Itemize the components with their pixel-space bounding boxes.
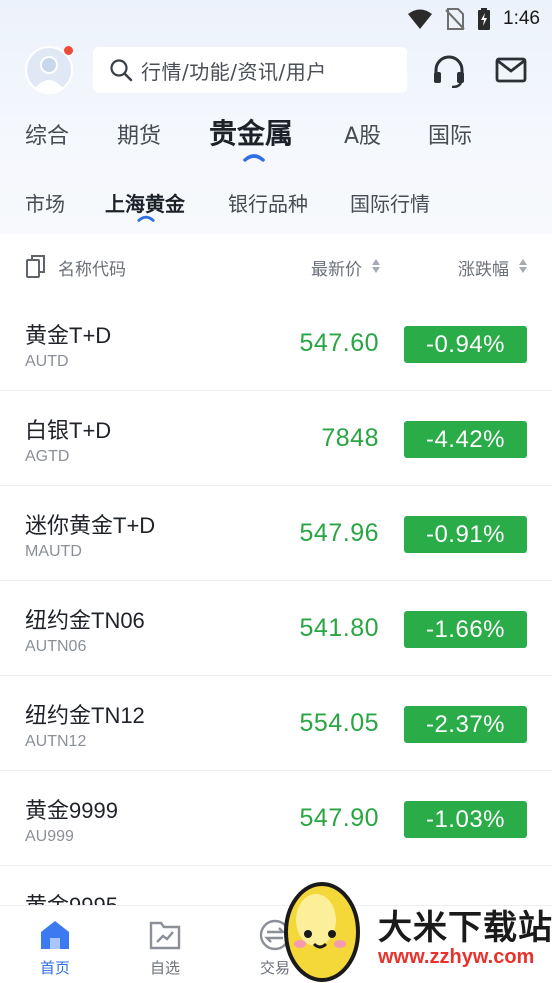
home-icon	[41, 921, 69, 949]
tab-comprehensive[interactable]: 综合	[25, 118, 69, 150]
quote-list: 黄金T+D AUTD 547.60 -0.94% 白银T+D AGTD 7848…	[0, 296, 552, 961]
latest-price: 554.05	[299, 709, 379, 737]
instrument-code: AU999	[25, 828, 74, 845]
wifi-icon	[408, 9, 433, 29]
change-badge: -1.03%	[404, 801, 527, 838]
notification-dot	[64, 46, 73, 55]
sort-icon[interactable]	[371, 258, 381, 274]
headset-icon[interactable]	[432, 54, 466, 88]
latest-price: 541.80	[299, 614, 379, 642]
instrument-code: AUTD	[25, 353, 69, 370]
nav-label: 首页	[39, 959, 70, 977]
status-time: 1:46	[503, 8, 540, 29]
subtab-market[interactable]: 市场	[25, 188, 65, 217]
instrument-name: 纽约金TN06	[25, 608, 145, 633]
change-badge: -0.94%	[404, 326, 527, 363]
change-badge: -0.91%	[404, 516, 527, 553]
nav-home[interactable]: 首页	[0, 906, 110, 983]
instrument-code: AGTD	[25, 448, 70, 465]
table-row[interactable]: 黄金T+D AUTD 547.60 -0.94%	[0, 296, 552, 391]
search-input[interactable]: 行情/功能/资讯/用户	[93, 47, 407, 93]
sub-tabs: 市场 上海黄金 银行品种 国际行情	[0, 184, 552, 228]
subtab-shanghai-gold[interactable]: 上海黄金	[105, 188, 185, 217]
user-avatar-icon	[32, 56, 66, 92]
instrument-code: AUTN06	[25, 638, 87, 655]
latest-price: 547.60	[299, 329, 379, 357]
nav-label: 自选	[149, 959, 180, 977]
main-tabs: 综合 期货 贵金属 A股 国际	[0, 110, 552, 170]
instrument-name: 黄金T+D	[25, 323, 112, 348]
column-header-change[interactable]: 涨跌幅	[458, 255, 509, 280]
column-header-price[interactable]: 最新价	[311, 255, 362, 280]
watchlist-icon	[149, 921, 181, 950]
no-sim-icon	[445, 8, 465, 30]
latest-price: 7848	[321, 424, 379, 452]
instrument-name: 迷你黄金T+D	[25, 513, 156, 538]
watermark-url: www.zzhyw.com	[378, 946, 535, 968]
instrument-name: 白银T+D	[25, 418, 112, 443]
active-subtab-indicator	[137, 215, 155, 222]
sort-icon[interactable]	[518, 258, 528, 274]
table-row[interactable]: 白银T+D AGTD 7848 -4.42%	[0, 391, 552, 486]
subtab-international-quotes[interactable]: 国际行情	[350, 188, 430, 217]
watermark: 大米下载站 www.zzhyw.com	[278, 876, 552, 983]
table-row[interactable]: 纽约金TN06 AUTN06 541.80 -1.66%	[0, 581, 552, 676]
top-header: 行情/功能/资讯/用户	[0, 46, 552, 94]
tab-a-shares[interactable]: A股	[344, 118, 381, 150]
instrument-code: MAUTD	[25, 543, 82, 560]
status-bar: 1:46	[0, 0, 552, 38]
active-tab-indicator	[243, 154, 265, 162]
watermark-title: 大米下载站	[378, 908, 552, 948]
tab-futures[interactable]: 期货	[117, 118, 161, 150]
mascot-logo	[284, 882, 360, 982]
latest-price: 547.90	[299, 804, 379, 832]
battery-charging-icon	[478, 8, 491, 30]
instrument-name: 黄金9999	[25, 798, 118, 823]
search-placeholder: 行情/功能/资讯/用户	[141, 59, 327, 84]
subtab-bank-products[interactable]: 银行品种	[228, 188, 308, 217]
nav-watchlist[interactable]: 自选	[110, 906, 220, 983]
mail-icon[interactable]	[495, 55, 527, 85]
column-header-name: 名称代码	[58, 260, 126, 280]
tab-international[interactable]: 国际	[428, 118, 472, 150]
instrument-code: AUTN12	[25, 733, 87, 750]
instrument-name: 纽约金TN12	[25, 703, 145, 728]
search-icon	[110, 59, 133, 82]
change-badge: -1.66%	[404, 611, 527, 648]
change-badge: -2.37%	[404, 706, 527, 743]
tab-precious-metals[interactable]: 贵金属	[209, 112, 293, 152]
list-header: 名称代码 最新价 涨跌幅	[0, 234, 552, 296]
table-row[interactable]: 黄金9999 AU999 547.90 -1.03%	[0, 771, 552, 866]
table-row[interactable]: 迷你黄金T+D MAUTD 547.96 -0.91%	[0, 486, 552, 581]
latest-price: 547.96	[299, 519, 379, 547]
switch-display-icon[interactable]	[25, 254, 47, 278]
change-badge: -4.42%	[404, 421, 527, 458]
table-row[interactable]: 纽约金TN12 AUTN12 554.05 -2.37%	[0, 676, 552, 771]
